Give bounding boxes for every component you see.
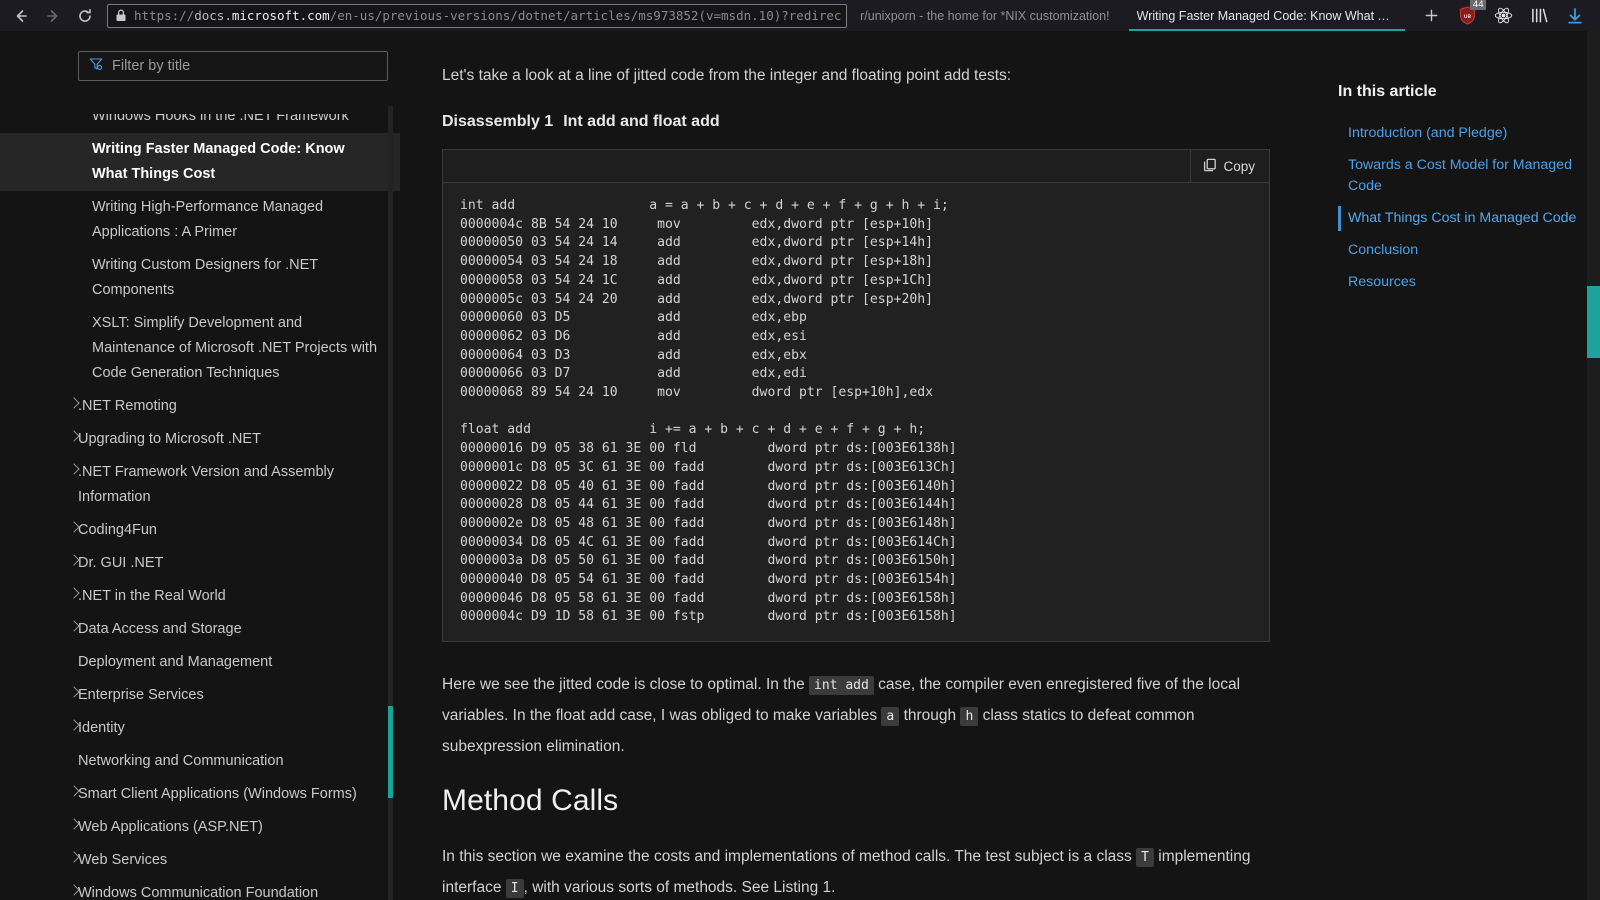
url-text: https://docs.microsoft.com/en-us/previou… (134, 8, 842, 23)
forward-button[interactable] (38, 2, 68, 30)
nav-item-deployment-and-management[interactable]: Deployment and Management (0, 646, 400, 679)
nav-item-coding4fun[interactable]: Coding4Fun (0, 514, 400, 547)
article-main: Let's take a look at a line of jitted co… (400, 31, 1320, 900)
nav-item-dr-gui-net[interactable]: Dr. GUI .NET (0, 547, 400, 580)
disassembly-caption: Disassembly 1 Int add and float add (442, 113, 1280, 131)
code-block: Copy int add a = a + b + c + d + e + f +… (442, 149, 1270, 643)
page-scrollbar-track[interactable] (1587, 31, 1600, 900)
left-navigation-panel: Windows Hooks in the .NET Framework Writ… (0, 31, 400, 900)
back-button[interactable] (6, 2, 36, 30)
inline-code-t: T (1136, 848, 1154, 868)
after-code-text-c: through (903, 707, 957, 725)
inline-code-a: a (881, 707, 900, 727)
nav-item-net-remoting[interactable]: .NET Remoting (0, 390, 400, 423)
method-calls-text-c: , with various sorts of methods. See Lis… (523, 879, 836, 897)
nav-item-writing-faster-managed-code[interactable]: Writing Faster Managed Code: Know What T… (0, 133, 400, 191)
react-devtools-icon[interactable] (1490, 3, 1516, 29)
ublock-origin-icon[interactable]: ᴜв 44 (1454, 0, 1486, 29)
filter-box[interactable] (78, 51, 388, 81)
filter-icon (89, 57, 103, 76)
tab-unixporn[interactable]: r/unixporn - the home for *NIX customiza… (845, 0, 1125, 31)
method-calls-text-a: In this section we examine the costs and… (442, 848, 1132, 866)
left-nav-scrollbar-thumb[interactable] (388, 706, 393, 798)
nav-item-web-applications[interactable]: Web Applications (ASP.NET) (0, 811, 400, 844)
address-bar[interactable]: https://docs.microsoft.com/en-us/previou… (107, 3, 847, 28)
disassembly-caption-title: Int add and float add (563, 113, 720, 130)
after-code-paragraph: Here we see the jitted code is close to … (442, 670, 1252, 762)
nav-item-writing-high-performance[interactable]: Writing High-Performance Managed Applica… (0, 191, 400, 249)
nav-item-net-in-the-real-world[interactable]: .NET in the Real World (0, 580, 400, 613)
tab-writing-faster-managed-code[interactable]: Writing Faster Managed Code: Know What T… (1125, 0, 1409, 31)
nav-item-upgrading-to-microsoft-net[interactable]: Upgrading to Microsoft .NET (0, 423, 400, 456)
nav-item-xslt-simplify-development[interactable]: XSLT: Simplify Development and Maintenan… (0, 307, 400, 390)
code-toolbar: Copy (443, 150, 1269, 183)
after-code-text-a: Here we see the jitted code is close to … (442, 676, 805, 694)
filter-wrapper (0, 31, 400, 81)
library-icon[interactable] (1526, 3, 1552, 29)
method-calls-heading: Method Calls (442, 784, 619, 818)
inline-code-h: h (960, 707, 979, 727)
toc-item-introduction[interactable]: Introduction (and Pledge) (1338, 119, 1578, 148)
inline-code-i: I (505, 879, 524, 899)
copy-button[interactable]: Copy (1190, 150, 1269, 182)
toc-item-conclusion[interactable]: Conclusion (1338, 236, 1578, 265)
navigation-buttons (0, 2, 100, 30)
disassembly-caption-label: Disassembly 1 (442, 113, 554, 130)
downloads-icon[interactable] (1562, 3, 1588, 29)
intro-paragraph: Let's take a look at a line of jitted co… (442, 67, 1012, 84)
copy-label: Copy (1223, 158, 1255, 174)
tab-strip: r/unixporn - the home for *NIX customiza… (845, 0, 1600, 31)
new-tab-button[interactable] (1417, 2, 1446, 30)
page-scrollbar-thumb[interactable] (1587, 286, 1600, 358)
reload-button[interactable] (70, 2, 100, 30)
ublock-badge-count: 44 (1470, 0, 1486, 10)
code-content: int add a = a + b + c + d + e + f + g + … (460, 198, 957, 625)
browser-toolbar: https://docs.microsoft.com/en-us/previou… (0, 0, 1600, 31)
nav-item-windows-communication-foundation[interactable]: Windows Communication Foundation (0, 877, 400, 900)
nav-item-web-services[interactable]: Web Services (0, 844, 400, 877)
toc-item-towards-a-cost-model[interactable]: Towards a Cost Model for Managed Code (1338, 151, 1578, 201)
toc-title: In this article (1338, 83, 1437, 100)
nav-item-data-access-and-storage[interactable]: Data Access and Storage (0, 613, 400, 646)
nav-item-writing-custom-designers[interactable]: Writing Custom Designers for .NET Compon… (0, 249, 400, 307)
lock-icon (115, 9, 127, 22)
nav-item-smart-client-applications[interactable]: Smart Client Applications (Windows Forms… (0, 778, 400, 811)
page-content: Windows Hooks in the .NET Framework Writ… (0, 31, 1600, 900)
nav-item-windows-hooks[interactable]: Windows Hooks in the .NET Framework (0, 114, 400, 133)
in-this-article-panel: In this article Introduction (and Pledge… (1320, 31, 1600, 900)
filter-input[interactable] (112, 58, 377, 74)
nav-list[interactable]: Windows Hooks in the .NET Framework Writ… (0, 114, 400, 900)
copy-icon (1203, 158, 1217, 175)
extension-toolbar: ᴜв 44 (1454, 0, 1600, 29)
nav-item-enterprise-services[interactable]: Enterprise Services (0, 679, 400, 712)
inline-code-int-add: int add (809, 676, 874, 696)
toc-item-what-things-cost[interactable]: What Things Cost in Managed Code (1338, 204, 1578, 233)
nav-item-net-framework-version[interactable]: .NET Framework Version and Assembly Info… (0, 456, 400, 514)
toc-item-resources[interactable]: Resources (1338, 268, 1578, 297)
nav-item-networking-and-communication[interactable]: Networking and Communication (0, 745, 400, 778)
nav-item-identity[interactable]: Identity (0, 712, 400, 745)
method-calls-paragraph: In this section we examine the costs and… (442, 842, 1252, 900)
svg-text:ᴜв: ᴜв (1463, 13, 1471, 20)
